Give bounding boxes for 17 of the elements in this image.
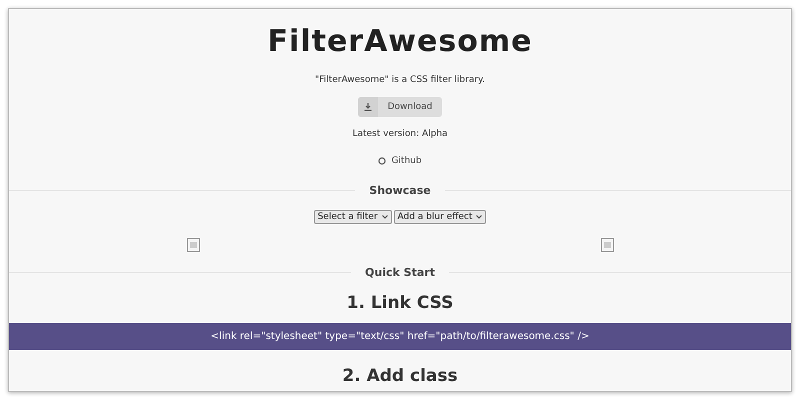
select-dropdown[interactable]: Select a filter (314, 210, 392, 224)
download-button[interactable]: Download (358, 97, 442, 117)
step-heading: 2. Add class (342, 366, 458, 386)
step-heading: 1. Link CSS (346, 293, 454, 313)
select-dropdown[interactable]: Add a blur effect (394, 210, 486, 224)
tagline: "FilterAwesome" is a CSS filter library. (315, 75, 485, 85)
broken-image-icon (601, 238, 614, 252)
section-heading: Quick Start (9, 266, 791, 279)
version-text: Latest version: Alpha (352, 129, 448, 139)
chevron-down-icon (476, 215, 482, 219)
page-title: FilterAwesome (268, 24, 532, 59)
chevron-down-icon (382, 215, 388, 219)
broken-image-icon (187, 238, 200, 252)
download-icon (364, 103, 372, 111)
github-link[interactable]: Github (378, 156, 422, 166)
code-block: <link rel="stylesheet" type="text/css" href="path/to/filterawesome.css" /> (9, 323, 791, 350)
section-heading: Showcase (9, 184, 791, 197)
